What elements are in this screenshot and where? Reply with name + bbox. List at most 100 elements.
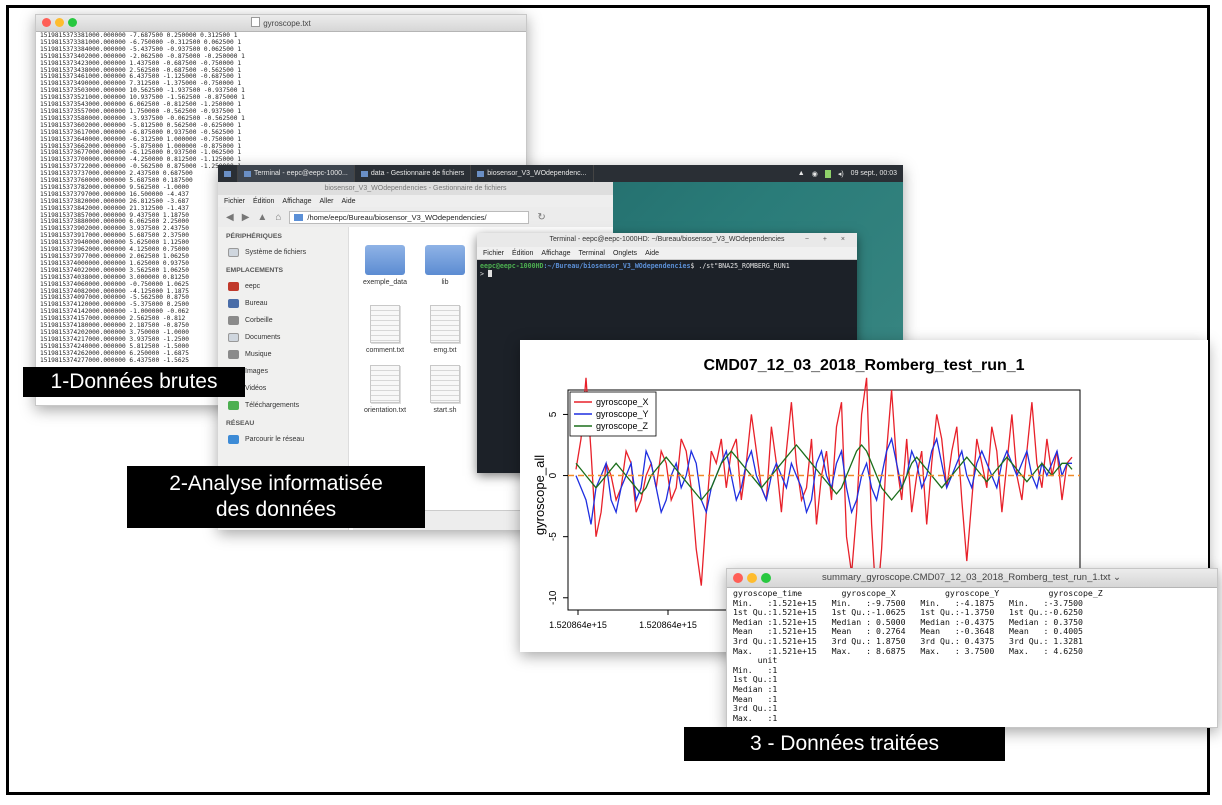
file-item[interactable]: comment.txt	[355, 305, 415, 354]
folder-icon	[294, 213, 304, 221]
menu-onglets[interactable]: Onglets	[613, 250, 637, 257]
sidebar-item-bureau[interactable]: Bureau	[218, 295, 348, 312]
volume-icon[interactable]: ◂)	[838, 170, 844, 178]
text-line: unit	[733, 655, 778, 666]
x-tick-label: 1.520864e+15	[639, 620, 697, 630]
y-tick-label: -10	[548, 590, 559, 605]
close-icon[interactable]	[733, 573, 743, 583]
terminal-title: Terminal - eepc@eepc-1000HD: ~/Bureau/bi…	[549, 236, 785, 243]
file-item[interactable]: orientation.txt	[355, 365, 415, 414]
path-text: /home/eepc/Bureau/biosensor_V3_WOdepende…	[307, 212, 487, 222]
summary-titlebar: summary_gyroscope.CMD07_12_03_2018_Rombe…	[727, 569, 1217, 588]
taskbar: Terminal - eepc@eepc-1000... data - Gest…	[218, 165, 903, 182]
menu-affichage[interactable]: Affichage	[541, 250, 570, 257]
home-icon	[228, 282, 239, 291]
file-manager-title: biosensor_V3_WOdependencies - Gestionnai…	[218, 182, 613, 195]
chevron-down-icon[interactable]: ⌄	[1113, 572, 1121, 583]
file-label: lib	[441, 279, 449, 286]
taskbar-item-biosensor[interactable]: biosensor_V3_WOdependenc...	[471, 165, 594, 182]
wifi-icon[interactable]: ◉	[812, 170, 818, 178]
desktop-icon	[228, 299, 239, 308]
menu-affichage[interactable]: Affichage	[282, 198, 311, 205]
raw-data-titlebar: gyroscope.txt	[36, 15, 526, 32]
terminal-titlebar: Terminal - eepc@eepc-1000HD: ~/Bureau/bi…	[477, 233, 857, 247]
minimize-icon[interactable]	[747, 573, 757, 583]
trash-icon	[228, 316, 239, 325]
home-icon[interactable]: ⌂	[275, 212, 281, 223]
folder-item[interactable]: exemple_data	[355, 245, 415, 286]
raw-data-title: gyroscope.txt	[263, 19, 311, 28]
clock[interactable]: 09 sept., 00:03	[851, 170, 897, 177]
menu-icon	[224, 170, 231, 177]
text-line: 1st Qu.:1	[733, 674, 778, 685]
menu-aller[interactable]: Aller	[319, 198, 333, 205]
folder-icon	[365, 245, 405, 275]
back-icon[interactable]: ◀	[226, 212, 234, 223]
sidebar-item-documents[interactable]: Documents	[218, 329, 348, 346]
system-tray: ▲ ◉ ◂) 09 sept., 00:03	[798, 169, 903, 178]
download-icon	[228, 401, 239, 410]
sidebar-item-home[interactable]: eepc	[218, 278, 348, 295]
caption-analysis: 2-Analyse informatisée des données	[127, 466, 425, 528]
reload-icon[interactable]: ↻	[537, 212, 545, 223]
menu-edition[interactable]: Édition	[253, 198, 274, 205]
path-field[interactable]: /home/eepc/Bureau/biosensor_V3_WOdepende…	[289, 210, 530, 224]
legend-label: gyroscope_X	[596, 397, 649, 407]
sidebar-item-label: Parcourir le réseau	[245, 436, 305, 443]
app-menu-button[interactable]	[218, 165, 238, 182]
sidebar-item-filesystem[interactable]: Système de fichiers	[218, 244, 348, 261]
notification-icon[interactable]: ▲	[798, 170, 805, 177]
menu-edition[interactable]: Édition	[512, 250, 533, 257]
summary-window: summary_gyroscope.CMD07_12_03_2018_Rombe…	[726, 568, 1218, 728]
music-icon	[228, 350, 239, 359]
file-item[interactable]: emg.txt	[415, 305, 475, 354]
folder-item[interactable]: lib	[415, 245, 475, 286]
y-tick-label: -5	[548, 532, 559, 541]
file-label: start.sh	[433, 407, 457, 414]
file-label: emg.txt	[433, 347, 457, 354]
sidebar-header-places: EMPLACEMENTS	[226, 267, 284, 274]
prompt-path: :~/Bureau/biosensor_V3_WOdependencies	[543, 262, 691, 270]
text-line: Median :1	[733, 683, 778, 694]
window-controls[interactable]: − + ×	[805, 233, 851, 247]
taskbar-item-data[interactable]: data - Gestionnaire de fichiers	[355, 165, 472, 182]
sidebar-item-music[interactable]: Musique	[218, 346, 348, 363]
series-line-gyroscope_Y	[575, 436, 1072, 525]
sidebar-item-label: Système de fichiers	[245, 249, 307, 256]
legend-label: gyroscope_Z	[596, 421, 649, 431]
caption-analysis-line2: des données	[215, 498, 337, 521]
terminal-menubar: Fichier Édition Affichage Terminal Ongle…	[477, 247, 857, 260]
sidebar-item-network[interactable]: Parcourir le réseau	[218, 431, 348, 448]
menu-fichier[interactable]: Fichier	[224, 198, 245, 205]
sidebar-item-trash[interactable]: Corbeille	[218, 312, 348, 329]
text-file-icon	[370, 365, 400, 403]
menu-terminal[interactable]: Terminal	[578, 250, 604, 257]
sidebar-item-label: eepc	[245, 283, 261, 290]
battery-icon[interactable]	[824, 169, 831, 178]
menu-aide[interactable]: Aide	[342, 198, 356, 205]
drive-icon	[228, 248, 239, 257]
caption-raw-data: 1-Données brutes	[23, 367, 245, 397]
script-file-icon	[430, 365, 460, 403]
terminal-output[interactable]: eepc@eepc-1000HD:~/Bureau/biosensor_V3_W…	[477, 260, 857, 280]
zoom-icon[interactable]	[761, 573, 771, 583]
sidebar-item-downloads[interactable]: Téléchargements	[218, 397, 348, 414]
summary-text[interactable]: gyroscope_time gyroscope_X gyroscope_Y g…	[727, 588, 1217, 724]
file-manager-menubar: Fichier Édition Affichage Aller Aide	[218, 195, 613, 207]
text-line: Max. :1.521e+15 Max. : 8.6875 Max. : 3.7…	[733, 645, 1083, 656]
menu-aide[interactable]: Aide	[645, 250, 659, 257]
menu-fichier[interactable]: Fichier	[483, 250, 504, 257]
text-cursor	[487, 270, 492, 277]
file-label: orientation.txt	[363, 407, 407, 414]
sidebar-item-label: Téléchargements	[245, 402, 300, 409]
up-icon[interactable]: ▲	[257, 212, 267, 223]
sidebar-item-label: Bureau	[245, 300, 268, 307]
sidebar-header-network: RÉSEAU	[226, 420, 255, 427]
text-line: Max. :1	[733, 712, 778, 723]
forward-icon[interactable]: ▶	[242, 212, 250, 223]
summary-title: summary_gyroscope.CMD07_12_03_2018_Rombe…	[822, 572, 1111, 583]
taskbar-item-terminal[interactable]: Terminal - eepc@eepc-1000...	[238, 165, 355, 182]
taskbar-item-label: data - Gestionnaire de fichiers	[370, 170, 465, 177]
sidebar-item-label: Corbeille	[245, 317, 273, 324]
file-item[interactable]: start.sh	[415, 365, 475, 414]
